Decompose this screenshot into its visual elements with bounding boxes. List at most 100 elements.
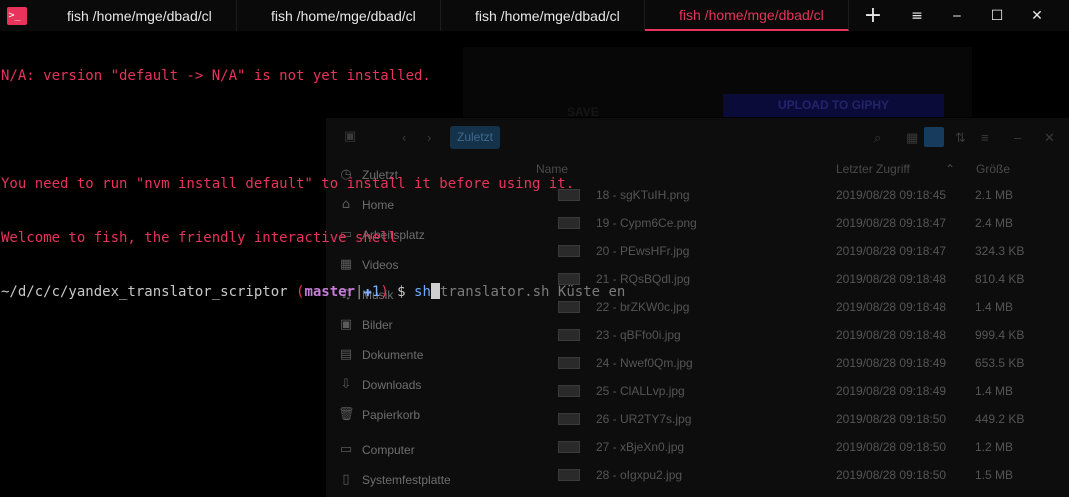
file-row[interactable]: 21 - RQsBQdl.jpg 2019/08/28 09:18:48 810.4… <box>556 265 1069 293</box>
file-date: 2019/08/28 09:18:45 <box>836 188 947 202</box>
sidebar-item-label: Systemfestplatte <box>362 473 451 487</box>
sidebar-item-dokumente[interactable]: ▤ Dokumente <box>326 340 524 370</box>
sidebar-item-papierkorb[interactable]: 🗑 Papierkorb <box>326 400 524 430</box>
file-row[interactable]: 19 - Cypm6Ce.png 2019/08/28 09:18:47 2.4 M… <box>556 209 1069 237</box>
menu-icon[interactable]: ≡ <box>981 130 989 145</box>
sidebar-item-systemfestplatte[interactable]: ▯ Systemfestplatte <box>326 465 524 495</box>
text-cursor <box>430 283 440 299</box>
terminal-output[interactable]: N/A: version "default -> N/A" is not yet… <box>1 31 625 319</box>
file-row[interactable]: 25 - ClALLvp.jpg 2019/08/28 09:18:49 1.4 M… <box>556 377 1069 405</box>
minimize-icon[interactable]: ‒ <box>1014 130 1021 145</box>
tab-3[interactable]: fish /home/mge/dbad/cl <box>441 0 645 31</box>
file-size: 1.4 MB <box>975 384 1014 398</box>
sidebar-item-label: Downloads <box>362 378 422 392</box>
document-icon: ▤ <box>339 347 353 362</box>
sidebar-item-label: Bilder <box>362 318 393 332</box>
file-row[interactable]: 23 - qBFfo0i.jpg 2019/08/28 09:18:48 999.4… <box>556 321 1069 349</box>
image-thumbnail-icon <box>558 357 580 369</box>
image-thumbnail-icon <box>558 413 580 425</box>
file-date: 2019/08/28 09:18:49 <box>836 384 947 398</box>
file-size: 999.4 KB <box>975 328 1025 342</box>
file-size: 1.4 MB <box>975 300 1014 314</box>
file-date: 2019/08/28 09:18:48 <box>836 328 947 342</box>
image-thumbnail-icon <box>558 469 580 481</box>
prompt-path: ~/d/c/c/yandex_translator_scriptor <box>1 284 288 300</box>
drive-icon: ▯ <box>342 472 350 487</box>
tab-1[interactable]: fish /home/mge/dbad/cl <box>33 0 237 31</box>
file-row[interactable]: 20 - PEwsHFr.jpg 2019/08/28 09:18:47 324.3… <box>556 237 1069 265</box>
image-thumbnail-icon <box>558 441 580 453</box>
grid-view-icon[interactable]: ▦ <box>906 130 918 146</box>
file-name: 26 - UR2TY7s.jpg <box>596 412 692 426</box>
file-date: 2019/08/28 09:18:47 <box>836 244 947 258</box>
file-size: 653.5 KB <box>975 356 1025 370</box>
sidebar-item-computer[interactable]: ▭ Computer <box>326 435 524 465</box>
maximize-icon[interactable]: ☐ <box>977 0 1017 31</box>
upload-to-giphy-button[interactable]: UPLOAD TO GIPHY <box>723 94 944 117</box>
file-size: 810.4 KB <box>975 272 1025 286</box>
terminal-icon: >_ <box>6 6 27 25</box>
tab-2[interactable]: fish /home/mge/dbad/cl <box>237 0 441 31</box>
file-name: 28 - oIgxpu2.jpg <box>596 468 683 482</box>
terminal-app-icon[interactable]: >_ <box>0 0 33 31</box>
column-size[interactable]: Größe <box>976 162 1010 176</box>
file-row[interactable]: 28 - oIgxpu2.jpg 2019/08/28 09:18:50 1.5 M… <box>556 461 1069 489</box>
autosuggestion: translator.sh Küste en <box>439 284 626 300</box>
sidebar-item-label: Computer <box>362 443 415 457</box>
sidebar-item-downloads[interactable]: ⇩ Downloads <box>326 370 524 400</box>
file-date: 2019/08/28 09:18:48 <box>836 300 947 314</box>
file-row[interactable]: 22 - brZKW0c.jpg 2019/08/28 09:18:48 1.4 M… <box>556 293 1069 321</box>
git-branch: master <box>304 284 356 300</box>
file-size: 2.4 MB <box>975 216 1014 230</box>
image-icon: ▣ <box>339 317 353 332</box>
file-date: 2019/08/28 09:18:49 <box>836 356 947 370</box>
sidebar-item-label: Papierkorb <box>362 408 421 422</box>
prompt-paren-open: ( <box>287 284 305 300</box>
close-icon[interactable]: ✕ <box>1044 130 1055 146</box>
file-size: 449.2 KB <box>975 412 1025 426</box>
minimize-icon[interactable]: ‒ <box>937 0 977 31</box>
file-date: 2019/08/28 09:18:47 <box>836 216 947 230</box>
file-size: 1.5 MB <box>975 468 1014 482</box>
file-size: 2.1 MB <box>975 188 1014 202</box>
file-date: 2019/08/28 09:18:50 <box>836 440 947 454</box>
column-date[interactable]: Letzter Zugriff <box>836 162 910 176</box>
file-row[interactable]: 27 - xBjeXn0.jpg 2019/08/28 09:18:50 1.2 M… <box>556 433 1069 461</box>
close-icon[interactable]: ✕ <box>1017 0 1057 31</box>
tab-bar: >_ fish /home/mge/dbad/cl fish /home/mge… <box>0 0 1069 31</box>
image-thumbnail-icon <box>558 385 580 397</box>
file-name: 24 - Nwef0Qm.jpg <box>596 356 693 370</box>
file-size: 1.2 MB <box>975 440 1014 454</box>
image-thumbnail-icon <box>558 329 580 341</box>
nvm-version-warning: N/A: version "default -> N/A" is not yet… <box>1 68 431 84</box>
nvm-install-hint: You need to run "nvm install default" to… <box>1 176 575 192</box>
trash-icon: 🗑 <box>338 407 355 422</box>
prompt-paren-close: ) <box>380 284 389 300</box>
file-date: 2019/08/28 09:18:50 <box>836 468 947 482</box>
search-icon[interactable]: ⌕ <box>874 130 881 146</box>
download-icon: ⇩ <box>340 377 352 392</box>
computer-icon: ▭ <box>339 442 353 457</box>
hamburger-menu-icon[interactable]: ≡ <box>897 0 937 31</box>
file-name: 25 - ClALLvp.jpg <box>596 384 685 398</box>
file-row[interactable]: 18 - sgKTuIH.png 2019/08/28 09:18:45 2.1 M… <box>556 181 1069 209</box>
list-view-button[interactable] <box>924 127 944 147</box>
file-date: 2019/08/28 09:18:50 <box>836 412 947 426</box>
prompt-symbol: $ <box>388 284 415 300</box>
file-date: 2019/08/28 09:18:48 <box>836 272 947 286</box>
file-row[interactable]: 24 - Nwef0Qm.jpg 2019/08/28 09:18:49 653.5… <box>556 349 1069 377</box>
file-name: 23 - qBFfo0i.jpg <box>596 328 681 342</box>
file-name: 27 - xBjeXn0.jpg <box>596 440 685 454</box>
git-status: ✚1 <box>363 284 381 300</box>
file-size: 324.3 KB <box>975 244 1025 258</box>
prompt-line[interactable]: ~/d/c/c/yandex_translator_scriptor (mast… <box>1 283 625 301</box>
sort-ascending-icon: ⌃ <box>945 162 956 176</box>
fish-welcome: Welcome to fish, the friendly interactiv… <box>1 230 398 246</box>
sort-icon[interactable]: ⇅ <box>955 130 966 146</box>
file-row[interactable]: 26 - UR2TY7s.jpg 2019/08/28 09:18:50 449.2… <box>556 405 1069 433</box>
typed-command[interactable]: sh <box>414 284 431 300</box>
new-tab-plus-icon[interactable]: + <box>849 0 897 31</box>
sidebar-item-label: Dokumente <box>362 348 424 362</box>
tab-4-active[interactable]: fish /home/mge/dbad/cl <box>645 0 849 31</box>
